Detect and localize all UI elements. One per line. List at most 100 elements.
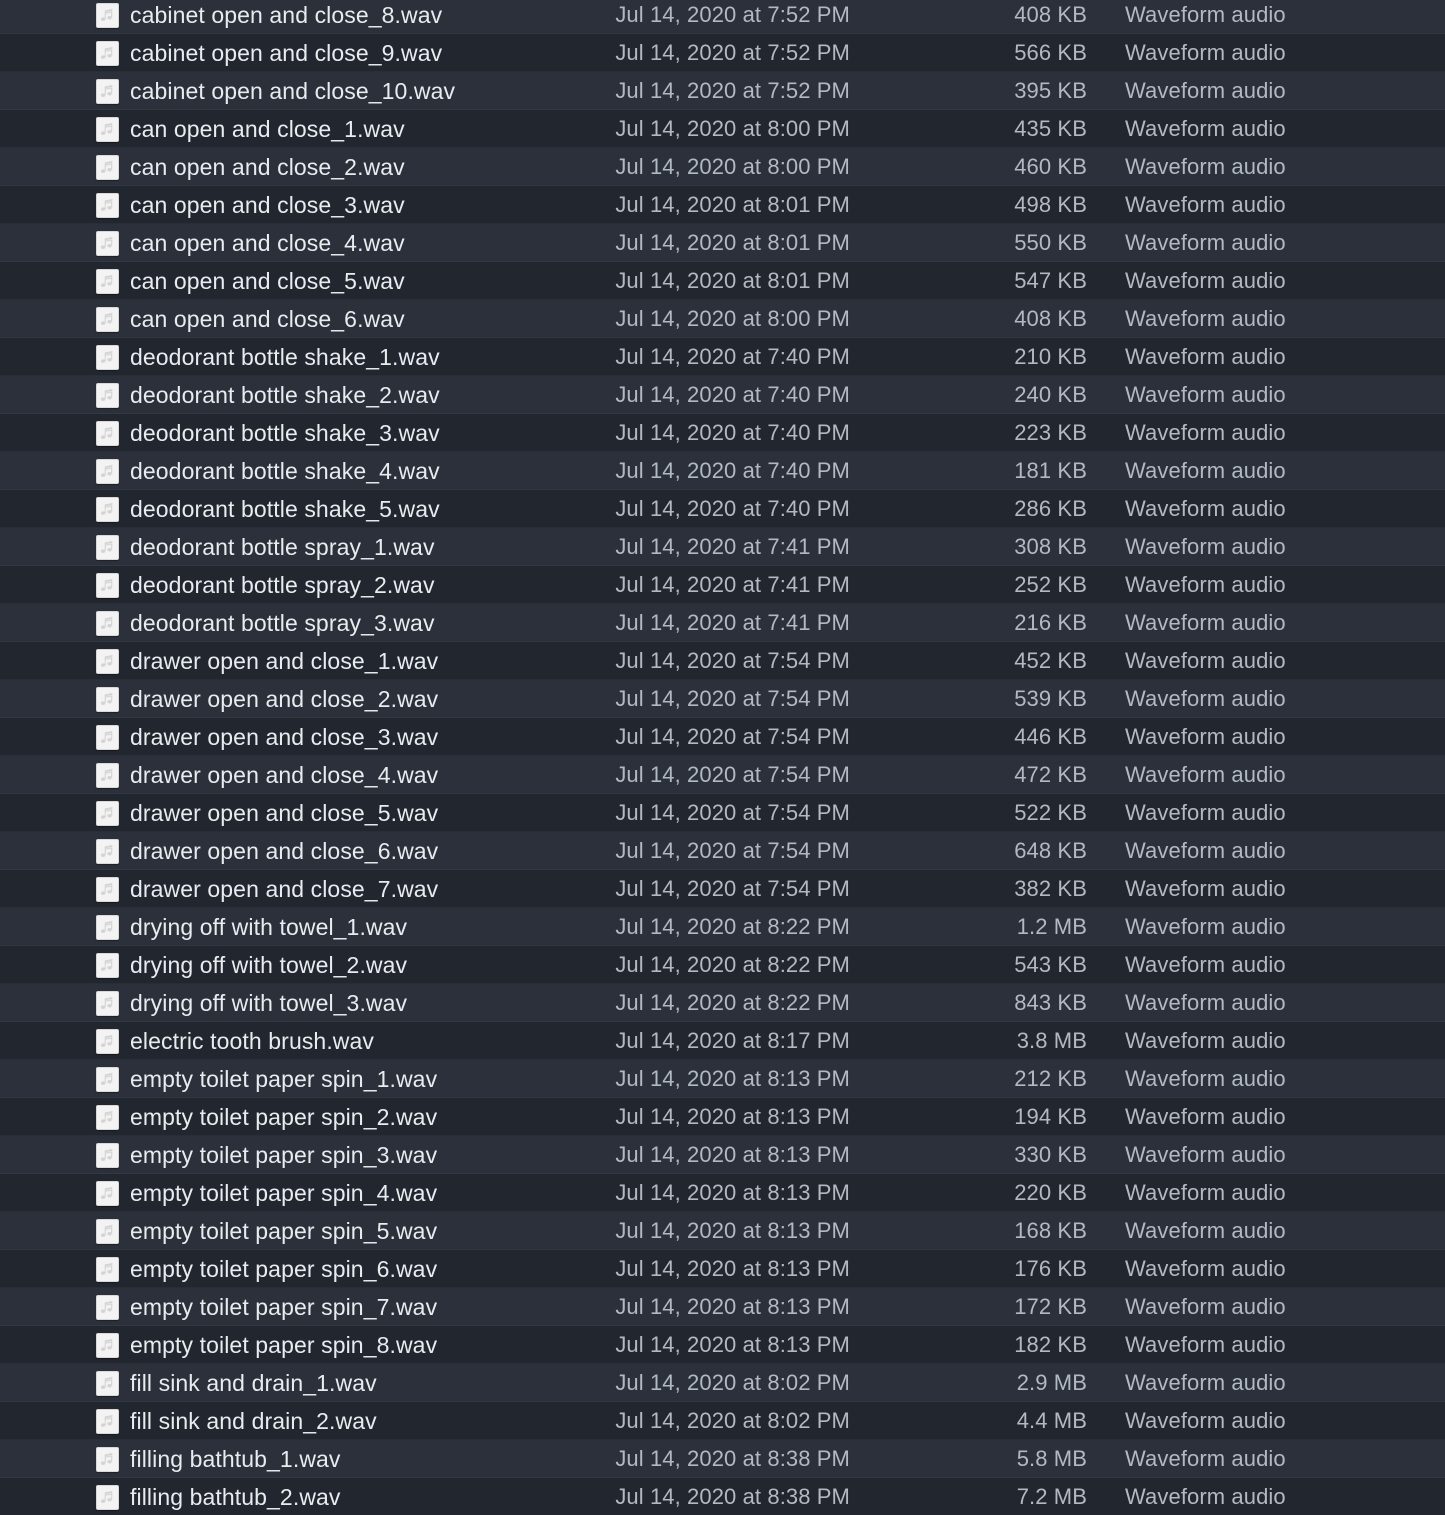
file-name-label: can open and close_3.wav [130, 191, 405, 218]
table-row[interactable]: can open and close_3.wav Jul 14, 2020 at… [0, 186, 1445, 224]
table-row[interactable]: deodorant bottle spray_3.wav Jul 14, 202… [0, 604, 1445, 642]
table-row[interactable]: deodorant bottle shake_2.wav Jul 14, 202… [0, 376, 1445, 414]
table-row[interactable]: empty toilet paper spin_6.wav Jul 14, 20… [0, 1250, 1445, 1288]
file-size: 220 KB [1014, 1180, 1087, 1205]
file-name-label: drying off with towel_3.wav [130, 989, 408, 1016]
file-name-cell: drying off with towel_1.wav [0, 914, 585, 941]
file-size: 5.8 MB [1016, 1446, 1087, 1471]
file-date-modified: Jul 14, 2020 at 8:00 PM [615, 154, 850, 179]
file-name-cell: empty toilet paper spin_4.wav [0, 1180, 585, 1207]
file-date-modified: Jul 14, 2020 at 7:54 PM [615, 724, 850, 749]
music-note-file-icon [96, 800, 119, 826]
music-note-file-icon [96, 724, 119, 750]
file-kind: Waveform audio [1125, 306, 1286, 331]
music-note-file-icon [96, 1180, 119, 1206]
file-size: 1.2 MB [1016, 914, 1087, 939]
table-row[interactable]: drawer open and close_4.wav Jul 14, 2020… [0, 756, 1445, 794]
file-name-cell: can open and close_3.wav [0, 192, 585, 219]
file-kind: Waveform audio [1125, 192, 1286, 217]
music-note-file-icon [96, 420, 119, 446]
file-name-cell: can open and close_5.wav [0, 268, 585, 295]
table-row[interactable]: fill sink and drain_1.wav Jul 14, 2020 a… [0, 1364, 1445, 1402]
file-date-modified: Jul 14, 2020 at 7:52 PM [615, 2, 850, 27]
table-row[interactable]: empty toilet paper spin_1.wav Jul 14, 20… [0, 1060, 1445, 1098]
file-date-modified: Jul 14, 2020 at 8:01 PM [615, 268, 850, 293]
table-row[interactable]: drying off with towel_2.wav Jul 14, 2020… [0, 946, 1445, 984]
file-name-cell: deodorant bottle shake_2.wav [0, 382, 585, 409]
table-row[interactable]: fill sink and drain_2.wav Jul 14, 2020 a… [0, 1402, 1445, 1440]
table-row[interactable]: deodorant bottle shake_3.wav Jul 14, 202… [0, 414, 1445, 452]
table-row[interactable]: drying off with towel_3.wav Jul 14, 2020… [0, 984, 1445, 1022]
file-kind: Waveform audio [1125, 724, 1286, 749]
table-row[interactable]: deodorant bottle shake_5.wav Jul 14, 202… [0, 490, 1445, 528]
table-row[interactable]: empty toilet paper spin_7.wav Jul 14, 20… [0, 1288, 1445, 1326]
music-note-file-icon [96, 1066, 119, 1092]
file-name-cell: empty toilet paper spin_2.wav [0, 1104, 585, 1131]
table-row[interactable]: deodorant bottle shake_4.wav Jul 14, 202… [0, 452, 1445, 490]
file-date-modified: Jul 14, 2020 at 7:52 PM [615, 78, 850, 103]
file-date-modified: Jul 14, 2020 at 7:52 PM [615, 40, 850, 65]
file-date-modified: Jul 14, 2020 at 8:13 PM [615, 1142, 850, 1167]
file-name-label: empty toilet paper spin_3.wav [130, 1141, 438, 1168]
file-kind: Waveform audio [1125, 800, 1286, 825]
table-row[interactable]: can open and close_2.wav Jul 14, 2020 at… [0, 148, 1445, 186]
file-date-modified: Jul 14, 2020 at 8:02 PM [615, 1408, 850, 1433]
file-name-cell: drawer open and close_4.wav [0, 762, 585, 789]
table-row[interactable]: drawer open and close_7.wav Jul 14, 2020… [0, 870, 1445, 908]
table-row[interactable]: can open and close_4.wav Jul 14, 2020 at… [0, 224, 1445, 262]
file-list[interactable]: cabinet open and close_8.wav Jul 14, 202… [0, 0, 1445, 1515]
table-row[interactable]: drawer open and close_3.wav Jul 14, 2020… [0, 718, 1445, 756]
file-name-cell: empty toilet paper spin_8.wav [0, 1332, 585, 1359]
music-note-file-icon [96, 268, 119, 294]
table-row[interactable]: electric tooth brush.wav Jul 14, 2020 at… [0, 1022, 1445, 1060]
file-name-cell: drawer open and close_3.wav [0, 724, 585, 751]
file-size: 3.8 MB [1016, 1028, 1087, 1053]
file-name-label: filling bathtub_2.wav [130, 1483, 341, 1510]
table-row[interactable]: cabinet open and close_9.wav Jul 14, 202… [0, 34, 1445, 72]
file-size: 543 KB [1014, 952, 1087, 977]
table-row[interactable]: drying off with towel_1.wav Jul 14, 2020… [0, 908, 1445, 946]
file-kind: Waveform audio [1125, 610, 1286, 635]
file-name-cell: can open and close_2.wav [0, 154, 585, 181]
table-row[interactable]: can open and close_5.wav Jul 14, 2020 at… [0, 262, 1445, 300]
table-row[interactable]: can open and close_1.wav Jul 14, 2020 at… [0, 110, 1445, 148]
file-name-label: drawer open and close_5.wav [130, 799, 439, 826]
table-row[interactable]: empty toilet paper spin_4.wav Jul 14, 20… [0, 1174, 1445, 1212]
file-size: 843 KB [1014, 990, 1087, 1015]
table-row[interactable]: drawer open and close_1.wav Jul 14, 2020… [0, 642, 1445, 680]
file-size: 648 KB [1014, 838, 1087, 863]
table-row[interactable]: filling bathtub_1.wav Jul 14, 2020 at 8:… [0, 1440, 1445, 1478]
table-row[interactable]: drawer open and close_6.wav Jul 14, 2020… [0, 832, 1445, 870]
table-row[interactable]: can open and close_6.wav Jul 14, 2020 at… [0, 300, 1445, 338]
table-row[interactable]: filling bathtub_2.wav Jul 14, 2020 at 8:… [0, 1478, 1445, 1515]
file-name-label: drying off with towel_1.wav [130, 913, 408, 940]
table-row[interactable]: empty toilet paper spin_2.wav Jul 14, 20… [0, 1098, 1445, 1136]
table-row[interactable]: empty toilet paper spin_8.wav Jul 14, 20… [0, 1326, 1445, 1364]
file-size: 435 KB [1014, 116, 1087, 141]
file-date-modified: Jul 14, 2020 at 8:38 PM [615, 1484, 850, 1509]
music-note-file-icon [96, 1218, 119, 1244]
file-name-cell: drawer open and close_5.wav [0, 800, 585, 827]
file-kind: Waveform audio [1125, 1066, 1286, 1091]
table-row[interactable]: cabinet open and close_8.wav Jul 14, 202… [0, 0, 1445, 34]
file-kind: Waveform audio [1125, 78, 1286, 103]
file-size: 194 KB [1014, 1104, 1087, 1129]
file-name-label: empty toilet paper spin_5.wav [130, 1217, 438, 1244]
table-row[interactable]: empty toilet paper spin_3.wav Jul 14, 20… [0, 1136, 1445, 1174]
file-kind: Waveform audio [1125, 458, 1286, 483]
table-row[interactable]: empty toilet paper spin_5.wav Jul 14, 20… [0, 1212, 1445, 1250]
table-row[interactable]: drawer open and close_2.wav Jul 14, 2020… [0, 680, 1445, 718]
file-name-cell: fill sink and drain_2.wav [0, 1408, 585, 1435]
file-name-cell: filling bathtub_2.wav [0, 1484, 585, 1511]
file-name-cell: drawer open and close_6.wav [0, 838, 585, 865]
table-row[interactable]: deodorant bottle shake_1.wav Jul 14, 202… [0, 338, 1445, 376]
table-row[interactable]: deodorant bottle spray_2.wav Jul 14, 202… [0, 566, 1445, 604]
file-date-modified: Jul 14, 2020 at 8:13 PM [615, 1066, 850, 1091]
table-row[interactable]: drawer open and close_5.wav Jul 14, 2020… [0, 794, 1445, 832]
table-row[interactable]: deodorant bottle spray_1.wav Jul 14, 202… [0, 528, 1445, 566]
table-row[interactable]: cabinet open and close_10.wav Jul 14, 20… [0, 72, 1445, 110]
music-note-file-icon [96, 40, 119, 66]
file-name-label: deodorant bottle shake_5.wav [130, 495, 440, 522]
file-kind: Waveform audio [1125, 1142, 1286, 1167]
file-size: 176 KB [1014, 1256, 1087, 1281]
